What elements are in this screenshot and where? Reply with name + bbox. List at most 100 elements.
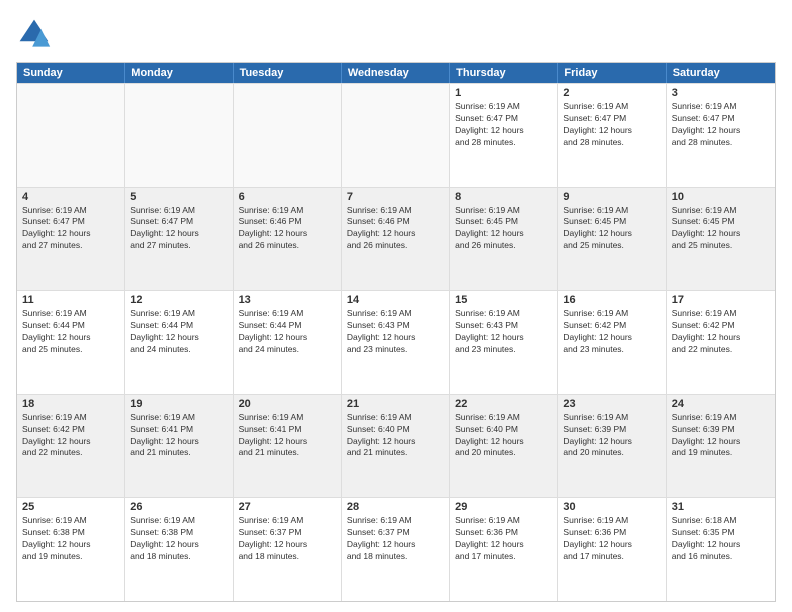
cell-content: Sunrise: 6:19 AM Sunset: 6:40 PM Dayligh… bbox=[347, 412, 444, 460]
calendar-cell: 27 Sunrise: 6:19 AM Sunset: 6:37 PM Dayli… bbox=[234, 498, 342, 601]
day-number: 9 bbox=[563, 191, 660, 203]
calendar-row: 25Sunrise: 6:19 AM Sunset: 6:38 PM Dayli… bbox=[17, 497, 775, 601]
cell-content: Sunrise: 6:19 AM Sunset: 6:41 PM Dayligh… bbox=[239, 412, 336, 460]
cell-content: Sunrise: 6:19 AM Sunset: 6:45 PM Dayligh… bbox=[672, 205, 770, 253]
cell-content: Sunrise: 6:19 AM Sunset: 6:44 PM Dayligh… bbox=[239, 308, 336, 356]
calendar-row: 18 Sunrise: 6:19 AM Sunset: 6:42 PM Dayli… bbox=[17, 394, 775, 498]
cell-content: Sunrise: 6:19 AM Sunset: 6:47 PM Dayligh… bbox=[22, 205, 119, 253]
cell-content: Sunrise: 6:19 AM Sunset: 6:37 PM Dayligh… bbox=[239, 515, 336, 563]
calendar-cell: 23 Sunrise: 6:19 AM Sunset: 6:39 PM Dayli… bbox=[558, 395, 666, 498]
calendar-row: 4 Sunrise: 6:19 AM Sunset: 6:47 PM Daylig… bbox=[17, 187, 775, 291]
calendar-cell: 25Sunrise: 6:19 AM Sunset: 6:38 PM Dayli… bbox=[17, 498, 125, 601]
calendar-cell: 8Sunrise: 6:19 AM Sunset: 6:45 PM Daylig… bbox=[450, 188, 558, 291]
day-number: 24 bbox=[672, 398, 770, 410]
day-number: 18 bbox=[22, 398, 119, 410]
calendar-cell: 11 Sunrise: 6:19 AM Sunset: 6:44 PM Dayli… bbox=[17, 291, 125, 394]
day-number: 4 bbox=[22, 191, 119, 203]
calendar-header-cell: Monday bbox=[125, 63, 233, 83]
day-number: 28 bbox=[347, 501, 444, 513]
calendar-cell: 6Sunrise: 6:19 AM Sunset: 6:46 PM Daylig… bbox=[234, 188, 342, 291]
day-number: 12 bbox=[130, 294, 227, 306]
day-number: 21 bbox=[347, 398, 444, 410]
day-number: 22 bbox=[455, 398, 552, 410]
cell-content: Sunrise: 6:19 AM Sunset: 6:42 PM Dayligh… bbox=[672, 308, 770, 356]
calendar-cell: 18 Sunrise: 6:19 AM Sunset: 6:42 PM Dayli… bbox=[17, 395, 125, 498]
calendar-cell: 9 Sunrise: 6:19 AM Sunset: 6:45 PM Daylig… bbox=[558, 188, 666, 291]
calendar-cell: 7 Sunrise: 6:19 AM Sunset: 6:46 PM Daylig… bbox=[342, 188, 450, 291]
day-number: 11 bbox=[22, 294, 119, 306]
calendar-cell: 17 Sunrise: 6:19 AM Sunset: 6:42 PM Dayli… bbox=[667, 291, 775, 394]
calendar-cell: 19 Sunrise: 6:19 AM Sunset: 6:41 PM Dayli… bbox=[125, 395, 233, 498]
cell-content: Sunrise: 6:19 AM Sunset: 6:44 PM Dayligh… bbox=[22, 308, 119, 356]
calendar-cell: 10Sunrise: 6:19 AM Sunset: 6:45 PM Dayli… bbox=[667, 188, 775, 291]
calendar-cell bbox=[234, 84, 342, 187]
logo-icon bbox=[16, 16, 52, 52]
day-number: 19 bbox=[130, 398, 227, 410]
logo bbox=[16, 16, 56, 52]
cell-content: Sunrise: 6:19 AM Sunset: 6:47 PM Dayligh… bbox=[455, 101, 552, 149]
day-number: 13 bbox=[239, 294, 336, 306]
calendar-cell: 3Sunrise: 6:19 AM Sunset: 6:47 PM Daylig… bbox=[667, 84, 775, 187]
calendar-header-cell: Friday bbox=[558, 63, 666, 83]
day-number: 2 bbox=[563, 87, 660, 99]
calendar-cell: 1 Sunrise: 6:19 AM Sunset: 6:47 PM Daylig… bbox=[450, 84, 558, 187]
day-number: 23 bbox=[563, 398, 660, 410]
calendar-header-cell: Tuesday bbox=[234, 63, 342, 83]
cell-content: Sunrise: 6:19 AM Sunset: 6:46 PM Dayligh… bbox=[347, 205, 444, 253]
calendar-header-cell: Saturday bbox=[667, 63, 775, 83]
calendar-row: 1 Sunrise: 6:19 AM Sunset: 6:47 PM Daylig… bbox=[17, 83, 775, 187]
calendar-cell bbox=[342, 84, 450, 187]
cell-content: Sunrise: 6:19 AM Sunset: 6:45 PM Dayligh… bbox=[563, 205, 660, 253]
day-number: 16 bbox=[563, 294, 660, 306]
cell-content: Sunrise: 6:19 AM Sunset: 6:38 PM Dayligh… bbox=[22, 515, 119, 563]
calendar-header: SundayMondayTuesdayWednesdayThursdayFrid… bbox=[17, 63, 775, 83]
calendar-cell: 13 Sunrise: 6:19 AM Sunset: 6:44 PM Dayli… bbox=[234, 291, 342, 394]
calendar-cell: 26Sunrise: 6:19 AM Sunset: 6:38 PM Dayli… bbox=[125, 498, 233, 601]
calendar-cell: 20 Sunrise: 6:19 AM Sunset: 6:41 PM Dayli… bbox=[234, 395, 342, 498]
calendar-cell: 12 Sunrise: 6:19 AM Sunset: 6:44 PM Dayli… bbox=[125, 291, 233, 394]
day-number: 17 bbox=[672, 294, 770, 306]
calendar-cell: 16 Sunrise: 6:19 AM Sunset: 6:42 PM Dayli… bbox=[558, 291, 666, 394]
calendar-cell: 28 Sunrise: 6:19 AM Sunset: 6:37 PM Dayli… bbox=[342, 498, 450, 601]
day-number: 1 bbox=[455, 87, 552, 99]
day-number: 27 bbox=[239, 501, 336, 513]
cell-content: Sunrise: 6:19 AM Sunset: 6:47 PM Dayligh… bbox=[130, 205, 227, 253]
cell-content: Sunrise: 6:19 AM Sunset: 6:36 PM Dayligh… bbox=[563, 515, 660, 563]
day-number: 5 bbox=[130, 191, 227, 203]
cell-content: Sunrise: 6:19 AM Sunset: 6:42 PM Dayligh… bbox=[22, 412, 119, 460]
calendar-cell bbox=[125, 84, 233, 187]
calendar-cell: 31Sunrise: 6:18 AM Sunset: 6:35 PM Dayli… bbox=[667, 498, 775, 601]
day-number: 14 bbox=[347, 294, 444, 306]
calendar-cell: 4 Sunrise: 6:19 AM Sunset: 6:47 PM Daylig… bbox=[17, 188, 125, 291]
cell-content: Sunrise: 6:19 AM Sunset: 6:39 PM Dayligh… bbox=[672, 412, 770, 460]
calendar-cell: 21 Sunrise: 6:19 AM Sunset: 6:40 PM Dayli… bbox=[342, 395, 450, 498]
day-number: 20 bbox=[239, 398, 336, 410]
cell-content: Sunrise: 6:19 AM Sunset: 6:39 PM Dayligh… bbox=[563, 412, 660, 460]
calendar-cell: 29Sunrise: 6:19 AM Sunset: 6:36 PM Dayli… bbox=[450, 498, 558, 601]
day-number: 7 bbox=[347, 191, 444, 203]
day-number: 26 bbox=[130, 501, 227, 513]
calendar-cell: 5 Sunrise: 6:19 AM Sunset: 6:47 PM Daylig… bbox=[125, 188, 233, 291]
cell-content: Sunrise: 6:19 AM Sunset: 6:36 PM Dayligh… bbox=[455, 515, 552, 563]
cell-content: Sunrise: 6:19 AM Sunset: 6:41 PM Dayligh… bbox=[130, 412, 227, 460]
cell-content: Sunrise: 6:19 AM Sunset: 6:37 PM Dayligh… bbox=[347, 515, 444, 563]
calendar-row: 11 Sunrise: 6:19 AM Sunset: 6:44 PM Dayli… bbox=[17, 290, 775, 394]
header bbox=[16, 16, 776, 52]
page: SundayMondayTuesdayWednesdayThursdayFrid… bbox=[0, 0, 792, 612]
day-number: 3 bbox=[672, 87, 770, 99]
calendar-header-cell: Thursday bbox=[450, 63, 558, 83]
cell-content: Sunrise: 6:19 AM Sunset: 6:44 PM Dayligh… bbox=[130, 308, 227, 356]
calendar-cell: 30Sunrise: 6:19 AM Sunset: 6:36 PM Dayli… bbox=[558, 498, 666, 601]
calendar-cell: 24 Sunrise: 6:19 AM Sunset: 6:39 PM Dayli… bbox=[667, 395, 775, 498]
cell-content: Sunrise: 6:19 AM Sunset: 6:42 PM Dayligh… bbox=[563, 308, 660, 356]
day-number: 8 bbox=[455, 191, 552, 203]
calendar: SundayMondayTuesdayWednesdayThursdayFrid… bbox=[16, 62, 776, 602]
calendar-cell: 2Sunrise: 6:19 AM Sunset: 6:47 PM Daylig… bbox=[558, 84, 666, 187]
day-number: 6 bbox=[239, 191, 336, 203]
calendar-cell bbox=[17, 84, 125, 187]
cell-content: Sunrise: 6:19 AM Sunset: 6:43 PM Dayligh… bbox=[455, 308, 552, 356]
calendar-header-cell: Wednesday bbox=[342, 63, 450, 83]
calendar-body: 1 Sunrise: 6:19 AM Sunset: 6:47 PM Daylig… bbox=[17, 83, 775, 601]
cell-content: Sunrise: 6:19 AM Sunset: 6:40 PM Dayligh… bbox=[455, 412, 552, 460]
day-number: 15 bbox=[455, 294, 552, 306]
